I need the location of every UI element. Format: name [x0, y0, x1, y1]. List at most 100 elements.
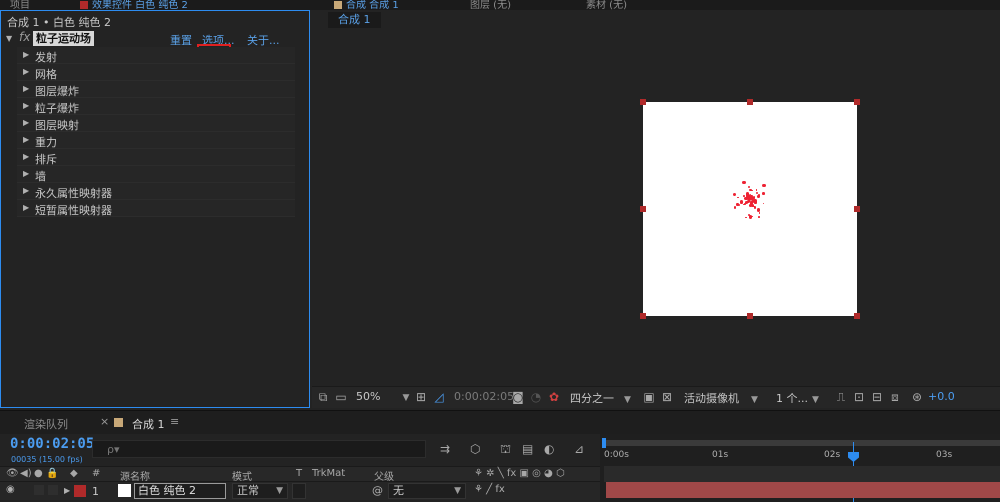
- column-mode[interactable]: 模式: [232, 468, 252, 483]
- show-snapshot-icon[interactable]: ◔: [529, 390, 543, 404]
- layer-duration-bar[interactable]: [606, 482, 1000, 498]
- layer-switches-icons[interactable]: ⚘ ╱ fx: [474, 484, 505, 495]
- parent-dropdown[interactable]: 无 ▼: [388, 483, 466, 499]
- transform-handle[interactable]: [854, 313, 860, 319]
- tab-layer[interactable]: 图层 (无): [470, 0, 511, 10]
- audio-switch-icon[interactable]: ◀): [20, 468, 32, 479]
- transform-handle[interactable]: [854, 206, 860, 212]
- menu-icon[interactable]: ≡: [170, 415, 179, 428]
- solo-icon[interactable]: ●: [34, 468, 43, 479]
- column-t[interactable]: T: [296, 468, 302, 479]
- layer-label-color[interactable]: [74, 485, 86, 497]
- expand-triangle-icon[interactable]: ▶: [23, 118, 29, 127]
- mask-visibility-icon[interactable]: ◿: [432, 390, 446, 404]
- tab-footage[interactable]: 素材 (无): [586, 0, 627, 10]
- property-emit[interactable]: ▶ 发射: [17, 47, 295, 64]
- eye-icon[interactable]: ◉: [6, 484, 15, 495]
- zoom-dropdown[interactable]: 50% ▼: [356, 390, 409, 406]
- work-area-bar[interactable]: [604, 440, 1000, 446]
- work-area-start-handle[interactable]: [602, 438, 606, 448]
- expand-triangle-icon[interactable]: ▶: [23, 169, 29, 178]
- transparency-grid-icon[interactable]: ⊠: [660, 390, 674, 404]
- property-particle-exploder[interactable]: ▶ 粒子爆炸: [17, 98, 295, 115]
- tab-timeline-comp[interactable]: 合成 1: [132, 416, 165, 432]
- camera-dropdown[interactable]: 活动摄像机 ▼: [684, 390, 758, 406]
- motion-blur-icon[interactable]: ◐: [544, 442, 554, 456]
- fx-toggle-icon[interactable]: fx: [19, 30, 30, 44]
- property-layer-exploder[interactable]: ▶ 图层爆炸: [17, 81, 295, 98]
- pickwhip-icon[interactable]: @: [372, 484, 383, 497]
- expand-triangle-icon[interactable]: ▶: [23, 203, 29, 212]
- viewer-comp-tab[interactable]: 合成 1: [328, 12, 381, 28]
- column-trkmat[interactable]: TrkMat: [312, 468, 345, 479]
- about-link[interactable]: 关于...: [247, 32, 280, 48]
- layer-row[interactable]: ◉ ▶ 1 白色 纯色 2 正常 ▼ @ 无 ▼ ⚘ ╱ fx: [0, 482, 600, 500]
- transform-handle[interactable]: [640, 206, 646, 212]
- expand-triangle-icon[interactable]: ▶: [64, 486, 70, 495]
- shy-layers-icon[interactable]: ⛫: [500, 442, 511, 458]
- lock-icon[interactable]: 🔒: [46, 468, 58, 479]
- column-parent[interactable]: 父级: [374, 468, 394, 483]
- grid-icon[interactable]: ⊞: [414, 390, 428, 404]
- layer-search-input[interactable]: [107, 441, 417, 457]
- timeline-icon[interactable]: ⊟: [870, 390, 884, 404]
- transform-handle[interactable]: [747, 313, 753, 319]
- region-of-interest-icon[interactable]: ▣: [642, 390, 656, 404]
- views-dropdown[interactable]: 1 个... ▼: [776, 390, 819, 406]
- transform-handle[interactable]: [640, 99, 646, 105]
- video-switch-icon[interactable]: 👁: [6, 468, 19, 479]
- layer-search[interactable]: [92, 440, 426, 458]
- timeline-track-area[interactable]: 0:00s 01s 02s 03s: [600, 434, 1000, 502]
- property-grid[interactable]: ▶ 网格: [17, 64, 295, 81]
- viewer-timecode[interactable]: 0:00:02:05: [454, 390, 514, 403]
- frame-blending-icon[interactable]: ▤: [522, 442, 533, 456]
- expand-triangle-icon[interactable]: ▼: [6, 34, 12, 43]
- composition-mini-flowchart-icon[interactable]: ⇉: [440, 442, 450, 456]
- expand-triangle-icon[interactable]: ▶: [23, 186, 29, 195]
- color-channels-icon[interactable]: ✿: [547, 390, 561, 404]
- property-gravity[interactable]: ▶ 重力: [17, 132, 295, 149]
- solo-box[interactable]: [34, 485, 44, 495]
- column-source-name[interactable]: 源名称: [120, 468, 150, 483]
- transform-handle[interactable]: [747, 99, 753, 105]
- reset-exposure-icon[interactable]: ⊛: [910, 390, 924, 404]
- expand-triangle-icon[interactable]: ▶: [23, 135, 29, 144]
- fast-preview-icon[interactable]: ⊡: [852, 390, 866, 404]
- close-icon[interactable]: ×: [100, 415, 109, 428]
- lock-box[interactable]: [48, 485, 58, 495]
- graph-editor-icon[interactable]: ⊿: [574, 442, 584, 456]
- current-time[interactable]: 0:00:02:05: [10, 436, 94, 452]
- reset-link[interactable]: 重置: [170, 32, 192, 48]
- draft-3d-icon[interactable]: ⬡: [470, 442, 480, 456]
- toggle-pixel-aspect-icon[interactable]: ⎍: [834, 390, 848, 404]
- switches-icons[interactable]: ⚘ ✲ ╲ fx ▣ ◎ ◕ ⬡: [474, 468, 565, 479]
- property-layer-map[interactable]: ▶ 图层映射: [17, 115, 295, 132]
- tab-composition[interactable]: 合成 合成 1: [334, 0, 399, 10]
- composition-canvas[interactable]: [640, 99, 860, 319]
- transform-handle[interactable]: [854, 99, 860, 105]
- transform-handle[interactable]: [640, 313, 646, 319]
- label-tag-icon[interactable]: ◆: [70, 468, 78, 479]
- expand-triangle-icon[interactable]: ▶: [23, 101, 29, 110]
- exposure-value[interactable]: +0.0: [928, 390, 955, 403]
- mode-dropdown[interactable]: 正常 ▼: [232, 483, 288, 499]
- time-ruler[interactable]: 0:00s 01s 02s 03s: [604, 450, 1000, 466]
- property-repel[interactable]: ▶ 排斥: [17, 149, 295, 166]
- layer-name[interactable]: 白色 纯色 2: [134, 483, 226, 499]
- preserve-transparency-box[interactable]: [292, 483, 306, 499]
- expand-triangle-icon[interactable]: ▶: [23, 67, 29, 76]
- expand-triangle-icon[interactable]: ▶: [23, 50, 29, 59]
- flowchart-icon[interactable]: ⧈: [888, 390, 902, 404]
- expand-triangle-icon[interactable]: ▶: [23, 152, 29, 161]
- tab-effect-controls[interactable]: 效果控件 白色 纯色 2: [80, 0, 188, 10]
- camera-snapshot-icon[interactable]: ◙: [511, 390, 525, 404]
- property-persistent-mapper[interactable]: ▶ 永久属性映射器: [17, 183, 295, 200]
- property-wall[interactable]: ▶ 墙: [17, 166, 295, 183]
- property-ephemeral-mapper[interactable]: ▶ 短暂属性映射器: [17, 200, 295, 217]
- monitor-icon[interactable]: ▭: [334, 390, 348, 404]
- effect-name[interactable]: 粒子运动场: [33, 31, 94, 46]
- tab-project[interactable]: 项目: [10, 0, 30, 10]
- expand-triangle-icon[interactable]: ▶: [23, 84, 29, 93]
- resolution-dropdown[interactable]: 四分之一 ▼: [570, 390, 631, 406]
- always-preview-icon[interactable]: ⧉: [316, 390, 330, 404]
